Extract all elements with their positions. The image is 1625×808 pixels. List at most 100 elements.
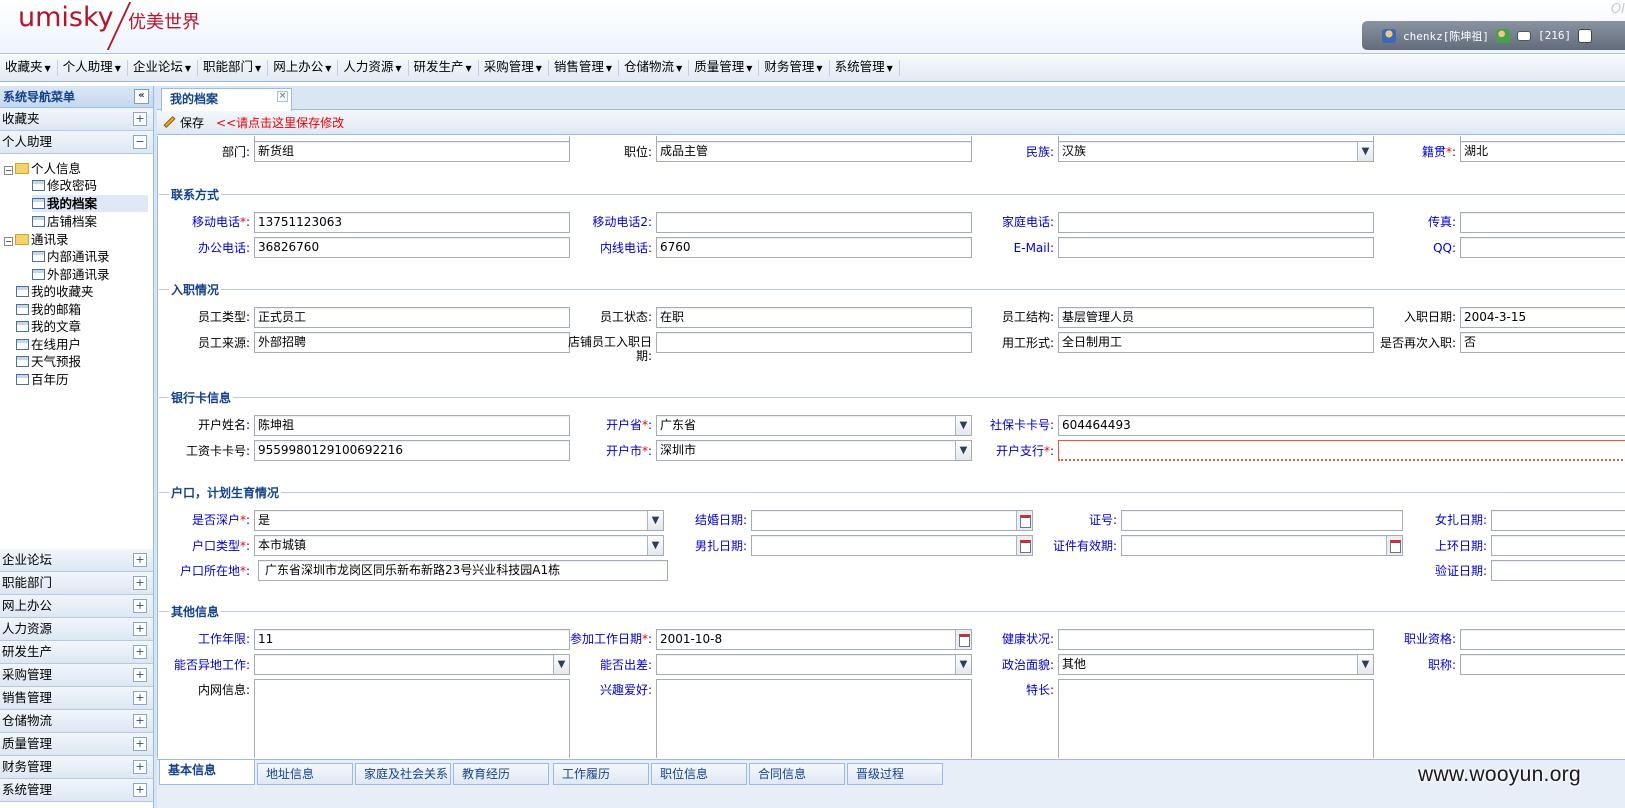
male-sterilization-field[interactable] (751, 535, 1033, 556)
online-users-icon[interactable] (1495, 28, 1510, 43)
save-button[interactable]: 保存 (163, 114, 204, 131)
employee-status-field[interactable]: 在职 (656, 307, 972, 328)
tree-item-my-profile[interactable]: 我的档案 (32, 195, 148, 212)
nav-panel-forum[interactable]: 企业论坛 + (0, 549, 153, 572)
nav-panel-warehouse[interactable]: 仓储物流 + (0, 710, 153, 733)
menu-system[interactable]: 系统管理 ▼ (830, 60, 900, 76)
mail-icon[interactable] (1516, 30, 1531, 41)
email-field[interactable] (1058, 237, 1374, 258)
business-travel-select[interactable]: ▼ (656, 654, 972, 675)
social-card-field[interactable]: 604464493 (1058, 415, 1625, 436)
health-field[interactable] (1058, 629, 1374, 650)
ethnic-select[interactable]: 汉族 ▼ (1058, 141, 1374, 162)
account-holder-field[interactable]: 陈坤祖 (254, 415, 570, 436)
save-hint-link[interactable]: <<请点击这里保存修改 (216, 114, 344, 131)
tree-item-change-password[interactable]: 修改密码 (32, 177, 97, 194)
tab-promotion-history[interactable]: 晋级过程 (847, 763, 943, 785)
nav-panel-favorites[interactable]: 收藏夹 + (0, 108, 153, 131)
nav-panel-departments[interactable]: 职能部门 + (0, 572, 153, 595)
nav-panel-rnd[interactable]: 研发生产 + (0, 641, 153, 664)
hukou-address-field[interactable]: 广东省深圳市龙岗区同乐新布新路23号兴业科技园A1栋 (258, 560, 668, 581)
menu-sales[interactable]: 销售管理 ▼ (549, 60, 620, 76)
menu-finance[interactable]: 财务管理 ▼ (759, 60, 830, 76)
tree-item-external-contacts[interactable]: 外部通讯录 (32, 266, 110, 283)
nav-panel-quality[interactable]: 质量管理 + (0, 733, 153, 756)
notepad-icon[interactable] (1578, 28, 1593, 43)
tree-folder-personal-info[interactable]: − 个人信息 (4, 160, 81, 177)
native-field[interactable]: 湖北 (1460, 141, 1625, 162)
menu-departments[interactable]: 职能部门 ▼ (198, 60, 269, 76)
nav-panel-sales[interactable]: 销售管理 + (0, 687, 153, 710)
bank-city-select[interactable]: 深圳市 ▼ (656, 440, 972, 461)
hukou-type-select[interactable]: 本市城镇 ▼ (254, 535, 664, 556)
qq-field[interactable] (1460, 237, 1625, 258)
nav-panel-personal-assistant[interactable]: 个人助理 − (0, 131, 153, 154)
rehire-field[interactable]: 否 (1460, 332, 1625, 353)
intranet-info-textarea[interactable] (254, 679, 570, 758)
menu-purchasing[interactable]: 采购管理 ▼ (479, 60, 549, 76)
tab-education[interactable]: 教育经历 (453, 763, 549, 785)
female-sterilization-field[interactable] (1491, 510, 1625, 531)
cert-no-field[interactable] (1121, 510, 1403, 531)
salary-card-field[interactable]: 9559980129100692216 (254, 440, 570, 461)
tab-basic-info[interactable]: 基本信息 (159, 760, 255, 785)
political-status-select[interactable]: 其他 ▼ (1058, 654, 1374, 675)
skills-textarea[interactable] (1058, 679, 1374, 758)
tree-item-calendar[interactable]: 百年历 (16, 371, 69, 388)
nav-panel-system[interactable]: 系统管理 + (0, 779, 153, 802)
hobbies-textarea[interactable] (656, 679, 972, 758)
entry-date-field[interactable]: 2004-3-15 (1460, 307, 1625, 328)
work-years-field[interactable]: 11 (254, 629, 570, 650)
employee-source-field[interactable]: 外部招聘 (254, 332, 570, 353)
tree-item-weather[interactable]: 天气预报 (16, 353, 81, 370)
office-phone-field[interactable]: 36826760 (254, 237, 570, 258)
employee-structure-field[interactable]: 基层管理人员 (1058, 307, 1374, 328)
menu-warehouse[interactable]: 仓储物流 ▼ (619, 60, 690, 76)
menu-forum[interactable]: 企业论坛 ▼ (128, 60, 199, 76)
shop-entry-date-field[interactable] (656, 332, 972, 353)
tree-item-internal-contacts[interactable]: 内部通讯录 (32, 248, 110, 265)
work-start-date-field[interactable]: 2001-10-8 (656, 629, 972, 650)
tree-item-favorites[interactable]: 我的收藏夹 (16, 283, 94, 300)
professional-title-field[interactable] (1460, 654, 1625, 675)
menu-rnd[interactable]: 研发生产 ▼ (409, 60, 479, 76)
tree-item-online-users[interactable]: 在线用户 (16, 336, 81, 353)
fax-field[interactable] (1460, 212, 1625, 233)
tree-item-shop-profile[interactable]: 店铺档案 (32, 213, 97, 230)
tab-my-profile[interactable]: 我的档案 × (161, 88, 292, 111)
employee-type-field[interactable]: 正式员工 (254, 307, 570, 328)
menu-favorites[interactable]: 收藏夹 ▼ (0, 60, 58, 76)
tree-item-mailbox[interactable]: 我的邮箱 (16, 301, 81, 318)
tab-work-history[interactable]: 工作履历 (553, 763, 649, 785)
home-phone-field[interactable] (1058, 212, 1374, 233)
marriage-date-field[interactable] (751, 510, 1033, 531)
nav-panel-finance[interactable]: 财务管理 + (0, 756, 153, 779)
mobile2-field[interactable] (656, 212, 972, 233)
bank-branch-field[interactable] (1058, 440, 1625, 461)
close-tab-icon[interactable]: × (277, 91, 288, 102)
menu-hr[interactable]: 人力资源 ▼ (338, 60, 409, 76)
qualification-field[interactable] (1460, 629, 1625, 650)
nav-panel-purchasing[interactable]: 采购管理 + (0, 664, 153, 687)
menu-personal-assistant[interactable]: 个人助理 ▼ (58, 60, 128, 76)
bank-province-select[interactable]: 广东省 ▼ (656, 415, 972, 436)
remote-work-select[interactable]: ▼ (254, 654, 570, 675)
employment-form-field[interactable]: 全日制用工 (1058, 332, 1374, 353)
menu-online-office[interactable]: 网上办公 ▼ (268, 60, 339, 76)
nav-panel-online-office[interactable]: 网上办公 + (0, 595, 153, 618)
menu-quality[interactable]: 质量管理 ▼ (689, 60, 760, 76)
tab-address-info[interactable]: 地址信息 (257, 763, 353, 785)
nav-panel-hr[interactable]: 人力资源 + (0, 618, 153, 641)
tree-item-articles[interactable]: 我的文章 (16, 318, 81, 335)
cert-validity-field[interactable] (1121, 535, 1403, 556)
sz-hukou-select[interactable]: 是 ▼ (254, 510, 664, 531)
tree-folder-contacts[interactable]: − 通讯录 (4, 231, 69, 248)
mail-count[interactable]: [216] (1538, 29, 1571, 42)
mobile-field[interactable]: 13751123063 (254, 212, 570, 233)
verify-date-field[interactable] (1491, 560, 1625, 581)
tab-contract-info[interactable]: 合同信息 (749, 763, 845, 785)
tab-family-relations[interactable]: 家庭及社会关系 (355, 763, 451, 785)
expand-icon[interactable]: + (133, 112, 147, 126)
position-field[interactable]: 成品主管 (656, 141, 972, 162)
tab-position-info[interactable]: 职位信息 (651, 763, 747, 785)
